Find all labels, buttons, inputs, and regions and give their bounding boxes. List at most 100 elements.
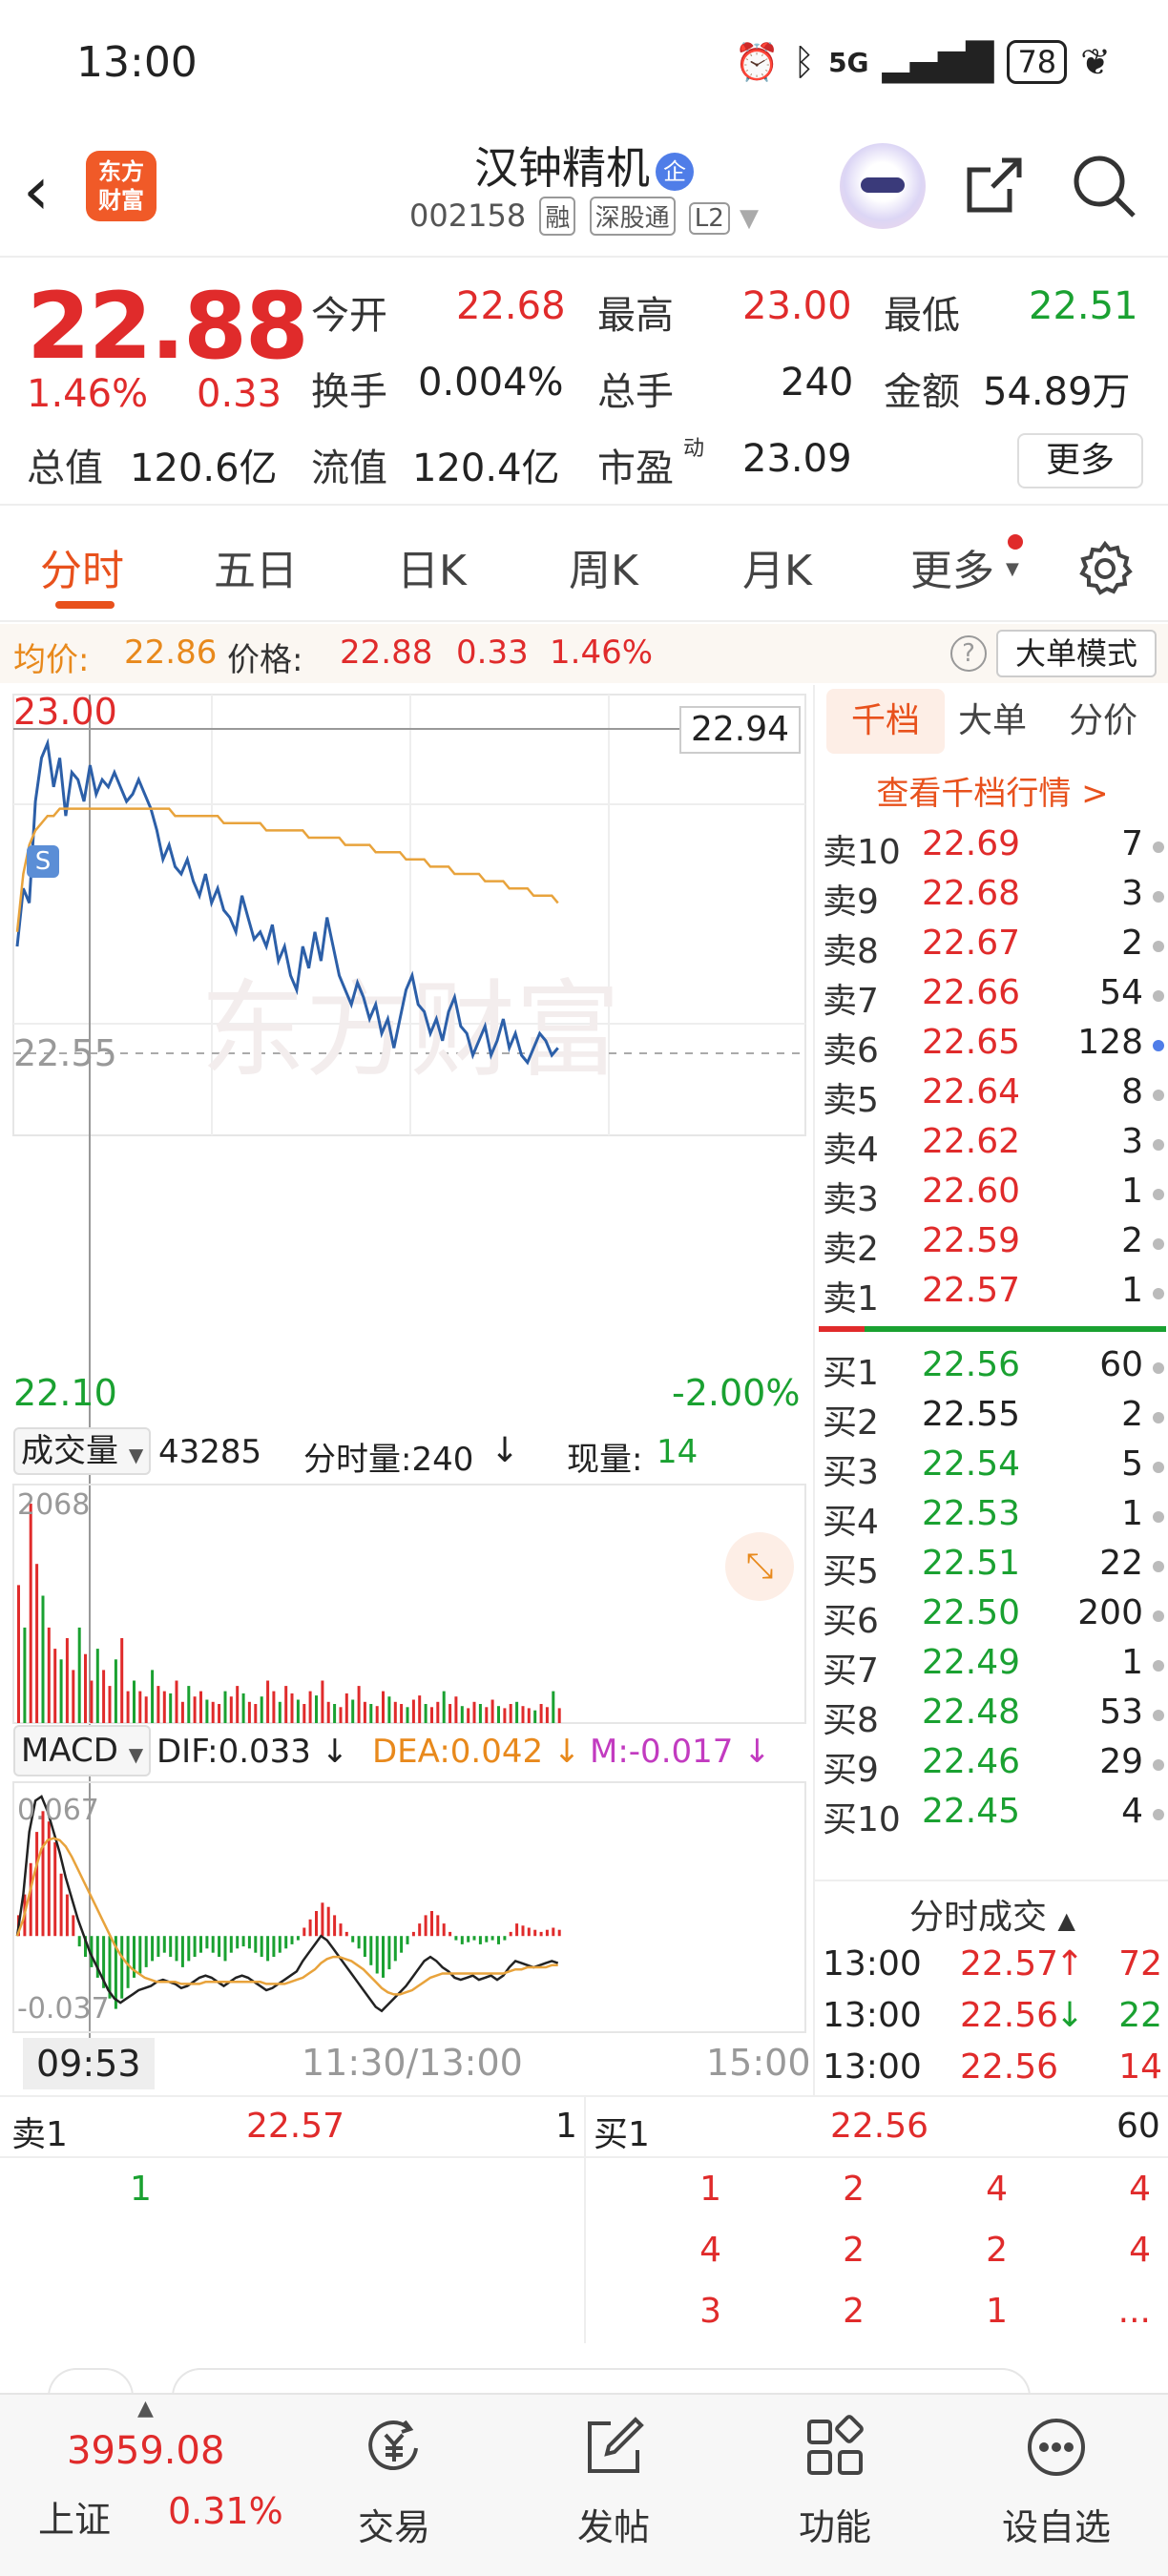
search-icon[interactable] [1071, 153, 1137, 219]
tick-volume: 22 [1118, 1996, 1162, 2035]
macd-bar [315, 1911, 318, 1937]
view-depth-link[interactable]: 查看千档行情 > [815, 767, 1168, 814]
volume-bar [527, 1708, 531, 1723]
volume-indicator-select[interactable]: 成交量 ▼ [13, 1427, 152, 1475]
ask-price: 22.65 [922, 1023, 1021, 1062]
volume-bar [266, 1680, 270, 1723]
intraday-chart[interactable]: 东方财富 23.00 22.55 22.10 -2.00% 22.94 S 成交… [0, 685, 813, 2095]
bid-row[interactable]: 买4 22.53 1 [815, 1494, 1168, 1544]
tab-weekly-k[interactable]: 周K [569, 536, 638, 597]
ask-row[interactable]: 卖8 22.67 2 [815, 924, 1168, 973]
tab-5day[interactable]: 五日 [214, 536, 298, 597]
share-icon[interactable] [964, 155, 1025, 216]
bid-dot-icon [1153, 1809, 1164, 1820]
ask-row[interactable]: 卖10 22.69 7 [815, 824, 1168, 874]
volume-bar [211, 1701, 215, 1723]
pe-value: 23.09 [742, 437, 852, 481]
divider [815, 1880, 1168, 1881]
bid-volume: 22 [1099, 1544, 1143, 1583]
tab-daily-k[interactable]: 日K [397, 536, 467, 597]
tab-monthly-k[interactable]: 月K [742, 536, 812, 597]
buy-queue-item: 3 [699, 2292, 721, 2331]
assistant-robot-icon[interactable] [840, 143, 926, 229]
macd-bar [199, 1936, 202, 1953]
volume-bar [302, 1704, 306, 1723]
buy-queue-item: ... [1117, 2292, 1151, 2331]
macd-bar [454, 1936, 458, 1941]
tab-intraday[interactable]: 分时 [40, 536, 124, 597]
ask-row[interactable]: 卖9 22.68 3 [815, 874, 1168, 924]
quote-panel: 22.88 1.46% 0.33 今开 22.68 最高 23.00 最低 22… [0, 260, 1168, 506]
volume-bar [539, 1704, 543, 1723]
minute-volume: 分时量:240 [303, 1441, 474, 1479]
ask-row[interactable]: 卖3 22.60 1 [815, 1172, 1168, 1221]
ask-volume: 2 [1121, 924, 1143, 963]
volume-bar [199, 1691, 202, 1723]
bid-row[interactable]: 买1 22.56 60 [815, 1345, 1168, 1395]
index-pct[interactable]: 0.31% [168, 2490, 283, 2532]
ask-row[interactable]: 卖6 22.65 128 [815, 1023, 1168, 1072]
tab-price-dist[interactable]: 分价 [1069, 689, 1137, 754]
volume-bar [90, 1680, 94, 1723]
ticks-title-text: 分时成交 [909, 1898, 1048, 1937]
amount-value: 54.89万 [983, 370, 1131, 414]
macd-bar [369, 1936, 373, 1965]
trade-icon [368, 2420, 418, 2471]
volume-bar [84, 1653, 87, 1723]
volume-bar [521, 1706, 525, 1723]
price-value: 22.88 [340, 634, 433, 672]
macd-bar [539, 1931, 543, 1937]
bid-row[interactable]: 买5 22.51 22 [815, 1544, 1168, 1593]
bid-row[interactable]: 买7 22.49 1 [815, 1643, 1168, 1693]
tab-depth[interactable]: 千档 [826, 689, 945, 754]
volume-total: 43285 [158, 1433, 262, 1471]
macd-indicator-select[interactable]: MACD ▼ [13, 1725, 152, 1776]
bid-row[interactable]: 买10 22.45 4 [815, 1792, 1168, 1841]
expand-icon[interactable]: ⤡ [725, 1532, 794, 1601]
bid-row[interactable]: 买6 22.50 200 [815, 1593, 1168, 1643]
bid-row[interactable]: 买8 22.48 53 [815, 1693, 1168, 1742]
nav-add-watchlist[interactable]: 设自选 [985, 2414, 1128, 2550]
post-icon [588, 2417, 644, 2473]
more-button[interactable]: 更多 [1017, 433, 1143, 488]
bottom-nav: ▲ 3959.08 上证 0.31% 交易 发帖 功能 设自选 [0, 2393, 1168, 2576]
nav-functions[interactable]: 功能 [763, 2414, 907, 2550]
bid-row[interactable]: 买2 22.55 2 [815, 1395, 1168, 1444]
cursor-time-tag: 09:53 [23, 2038, 155, 2089]
tick-time: 13:00 [823, 2047, 922, 2087]
macd-bar [527, 1927, 531, 1937]
volume-bar [339, 1707, 343, 1723]
settings-gear-icon[interactable] [1076, 540, 1134, 597]
ask-row[interactable]: 卖4 22.62 3 [815, 1122, 1168, 1172]
avg-line [15, 807, 559, 932]
turnover-label: 换手 [311, 370, 387, 414]
volume-bar [126, 1691, 130, 1723]
ask-row[interactable]: 卖5 22.64 8 [815, 1072, 1168, 1122]
big-order-mode-button[interactable]: 大单模式 [996, 630, 1157, 677]
sell-signal-marker[interactable]: S [27, 845, 59, 878]
volume-bar [308, 1691, 312, 1723]
nav-trade[interactable]: 交易 [323, 2414, 466, 2550]
tag-l2: L2 [688, 202, 730, 235]
bid-row[interactable]: 买9 22.46 29 [815, 1742, 1168, 1792]
volume-bar [77, 1627, 81, 1723]
ask-row[interactable]: 卖2 22.59 2 [815, 1221, 1168, 1271]
volume-bar [260, 1696, 263, 1723]
ask-row[interactable]: 卖1 22.57 1 [815, 1271, 1168, 1320]
nav-post[interactable]: 发帖 [542, 2414, 685, 2550]
macd-bar [151, 1936, 155, 1962]
bid-row[interactable]: 买3 22.54 5 [815, 1444, 1168, 1494]
ticks-title[interactable]: 分时成交 ▲ [815, 1889, 1168, 1939]
index-value[interactable]: 3959.08 [67, 2429, 224, 2473]
index-name[interactable]: 上证 [38, 2490, 111, 2543]
macd-bar [357, 1936, 361, 1949]
help-icon[interactable]: ? [950, 635, 987, 672]
tab-big-orders[interactable]: 大单 [958, 689, 1027, 754]
volume-bar [138, 1691, 142, 1723]
tab-more[interactable]: 更多 [910, 536, 994, 597]
volume-bar [35, 1564, 39, 1723]
ask-row[interactable]: 卖7 22.66 54 [815, 973, 1168, 1023]
dropdown-icon[interactable]: ▼ [740, 204, 759, 233]
volume-bar [180, 1701, 184, 1723]
strip-buy-label: 买1 [594, 2115, 650, 2154]
